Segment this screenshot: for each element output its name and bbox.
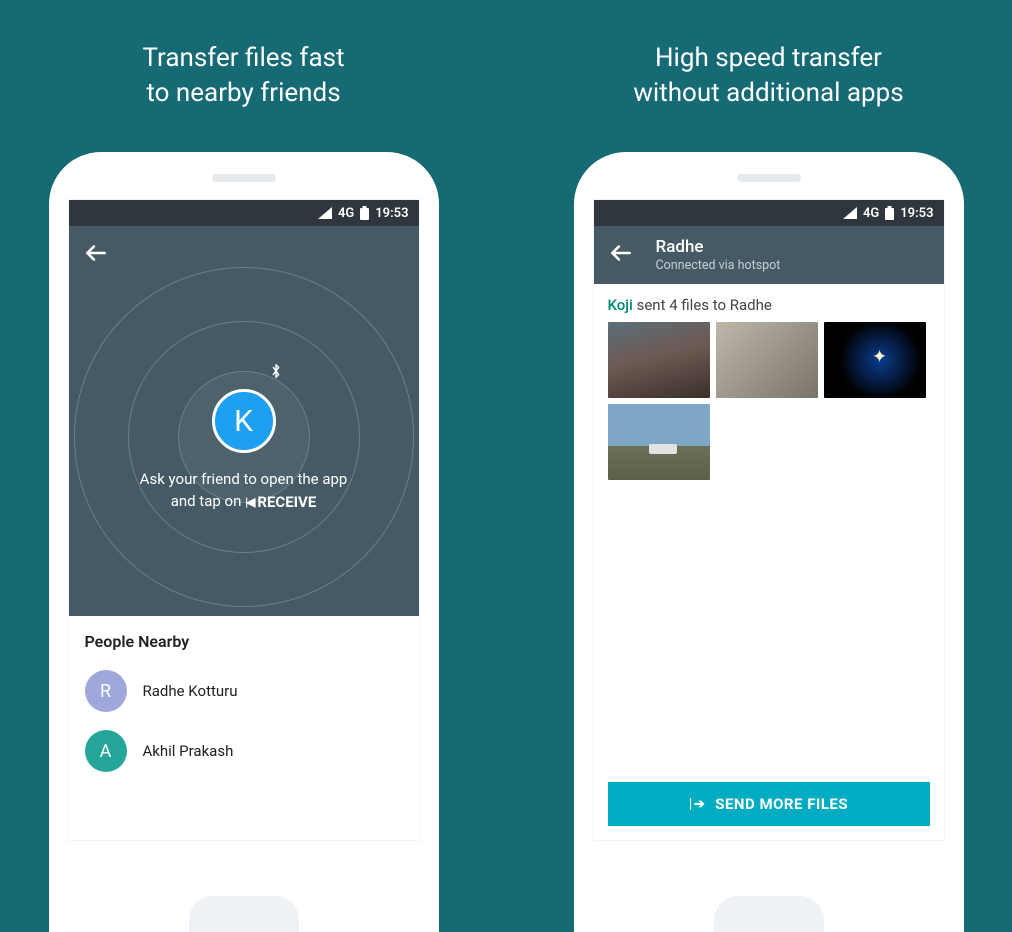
phone-screen-right: 4G 19:53 Radhe Connected via hotspot [594,200,944,840]
headline-left: Transfer files fast to nearby friends [142,40,344,112]
bluetooth-icon [270,363,282,383]
signal-icon [843,207,857,219]
status-bar: 4G 19:53 [69,200,419,226]
people-nearby-section: People Nearby R Radhe Kotturu A Akhil Pr… [69,616,419,840]
file-thumbnail[interactable] [608,322,710,398]
person-avatar: A [85,730,127,772]
send-more-files-label: SEND MORE FILES [715,795,848,813]
phone-frame-right: 4G 19:53 Radhe Connected via hotspot [574,152,964,932]
transfer-pane: Koji sent 4 files to Radhe SEND MORE FIL… [594,284,944,840]
person-row[interactable]: R Radhe Kotturu [85,661,403,721]
transfer-sender: Koji [608,296,633,314]
status-bar: 4G 19:53 [594,200,944,226]
file-thumbnails [608,322,930,480]
signal-icon [318,207,332,219]
headline-right: High speed transfer without additional a… [633,40,903,112]
person-row[interactable]: A Akhil Prakash [85,721,403,781]
battery-icon [885,206,894,220]
person-name: Akhil Prakash [143,742,234,760]
app-bar: Radhe Connected via hotspot [594,226,944,284]
people-nearby-title: People Nearby [85,632,403,651]
radar-instruction: Ask your friend to open the app and tap … [69,468,419,514]
status-time: 19:53 [375,206,408,221]
person-avatar: R [85,670,127,712]
file-thumbnail[interactable] [608,404,710,480]
transfer-summary-rest: sent 4 files to Radhe [633,296,772,314]
radar-avatar: K [212,389,276,453]
battery-icon [360,206,369,220]
radar-receive-label: RECEIVE [245,491,316,514]
send-more-files-button[interactable]: SEND MORE FILES [608,782,930,826]
transfer-summary: Koji sent 4 files to Radhe [608,296,930,314]
status-network-label: 4G [338,206,354,221]
home-button[interactable] [189,896,299,932]
home-button[interactable] [714,896,824,932]
back-button[interactable] [83,240,113,270]
radar-instruction-line1: Ask your friend to open the app [69,468,419,491]
file-thumbnail[interactable] [716,322,818,398]
phone-frame-left: 4G 19:53 [49,152,439,932]
status-time: 19:53 [900,206,933,221]
back-button[interactable] [608,240,638,270]
appbar-subtitle: Connected via hotspot [656,258,781,273]
radar-pane: K Ask your friend to open the app and ta… [69,226,419,616]
radar-instruction-line2-prefix: and tap on [171,492,245,510]
person-name: Radhe Kotturu [143,682,238,700]
file-thumbnail[interactable] [824,322,926,398]
appbar-title: Radhe [656,237,781,257]
send-icon [689,796,705,812]
phone-screen-left: 4G 19:53 [69,200,419,840]
status-network-label: 4G [863,206,879,221]
